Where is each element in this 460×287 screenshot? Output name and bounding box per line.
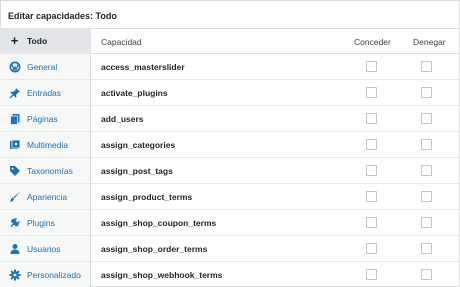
column-header-capability: Capacidad <box>101 37 142 47</box>
gear-icon <box>8 268 21 281</box>
capability-name: add_users <box>101 114 144 124</box>
deny-checkbox[interactable] <box>421 113 432 124</box>
capability-name: assign_post_tags <box>101 166 173 176</box>
sidebar-item-taxonomias[interactable]: Taxonomías <box>0 158 91 184</box>
deny-checkbox[interactable] <box>421 269 432 280</box>
sidebar-item-plugins[interactable]: Plugins <box>0 210 91 236</box>
table-row: access_masterslider <box>91 54 460 80</box>
table-header: Capacidad Conceder Denegar <box>91 28 460 54</box>
capability-name: assign_shop_webhook_terms <box>101 270 223 280</box>
grant-checkbox[interactable] <box>366 191 377 202</box>
deny-checkbox[interactable] <box>421 191 432 202</box>
table-row: assign_shop_coupon_terms <box>91 210 460 236</box>
capability-name: assign_shop_coupon_terms <box>101 218 217 228</box>
sidebar-item-general[interactable]: General <box>0 54 91 80</box>
grant-checkbox[interactable] <box>366 113 377 124</box>
sidebar-item-multimedia[interactable]: Multimedia <box>0 132 91 158</box>
column-header-deny: Denegar <box>413 37 446 47</box>
sidebar-item-label: Taxonomías <box>27 165 73 176</box>
capability-name: assign_categories <box>101 140 176 150</box>
tag-icon <box>8 164 21 177</box>
table-row: assign_categories <box>91 132 460 158</box>
deny-checkbox[interactable] <box>421 139 432 150</box>
deny-checkbox[interactable] <box>421 165 432 176</box>
brush-icon <box>8 190 21 203</box>
user-icon <box>8 242 21 255</box>
deny-checkbox[interactable] <box>421 243 432 254</box>
sidebar-item-label: Usuarios <box>27 243 61 254</box>
sidebar-item-personalizado[interactable]: Personalizado <box>0 262 91 287</box>
sidebar-item-todo[interactable]: + Todo <box>0 28 91 54</box>
table-row: assign_shop_webhook_terms <box>91 262 460 287</box>
deny-checkbox[interactable] <box>421 87 432 98</box>
capability-name: assign_product_terms <box>101 192 193 202</box>
sidebar-item-entradas[interactable]: Entradas <box>0 80 91 106</box>
grant-checkbox[interactable] <box>366 269 377 280</box>
sidebar-item-label: Entradas <box>27 87 62 98</box>
panel-title: Editar capacidades: Todo <box>8 11 117 21</box>
sidebar-item-label: Todo <box>27 35 48 46</box>
sidebar-item-label: Apariencia <box>27 191 68 202</box>
table-row: add_users <box>91 106 460 132</box>
sidebar-item-paginas[interactable]: Páginas <box>0 106 91 132</box>
grant-checkbox[interactable] <box>366 165 377 176</box>
capability-name: access_masterslider <box>101 62 185 72</box>
deny-checkbox[interactable] <box>421 217 432 228</box>
table-row: assign_post_tags <box>91 158 460 184</box>
capability-name: assign_shop_order_terms <box>101 244 208 254</box>
plus-icon: + <box>10 33 19 48</box>
sidebar-item-usuarios[interactable]: Usuarios <box>0 236 91 262</box>
grant-checkbox[interactable] <box>366 61 377 72</box>
sidebar-item-label: General <box>27 61 58 72</box>
column-header-grant: Conceder <box>354 37 391 47</box>
capability-name: activate_plugins <box>101 88 168 98</box>
sidebar-item-apariencia[interactable]: Apariencia <box>0 184 91 210</box>
plug-icon <box>8 216 21 229</box>
grant-checkbox[interactable] <box>366 243 377 254</box>
media-icon <box>8 138 21 151</box>
sidebar-item-label: Plugins <box>27 217 55 228</box>
table-row: assign_product_terms <box>91 184 460 210</box>
sidebar-item-label: Personalizado <box>27 269 81 280</box>
grant-checkbox[interactable] <box>366 139 377 150</box>
grant-checkbox[interactable] <box>366 217 377 228</box>
pages-icon <box>8 112 21 125</box>
sidebar-item-label: Multimedia <box>27 139 69 150</box>
pushpin-icon <box>8 86 21 99</box>
table-row: activate_plugins <box>91 80 460 106</box>
sidebar-item-label: Páginas <box>27 113 58 124</box>
table-row: assign_shop_order_terms <box>91 236 460 262</box>
capability-groups-sidebar: + Todo General Entradas Páginas Multimed… <box>0 28 91 287</box>
wordpress-icon <box>8 60 21 73</box>
deny-checkbox[interactable] <box>421 61 432 72</box>
grant-checkbox[interactable] <box>366 87 377 98</box>
